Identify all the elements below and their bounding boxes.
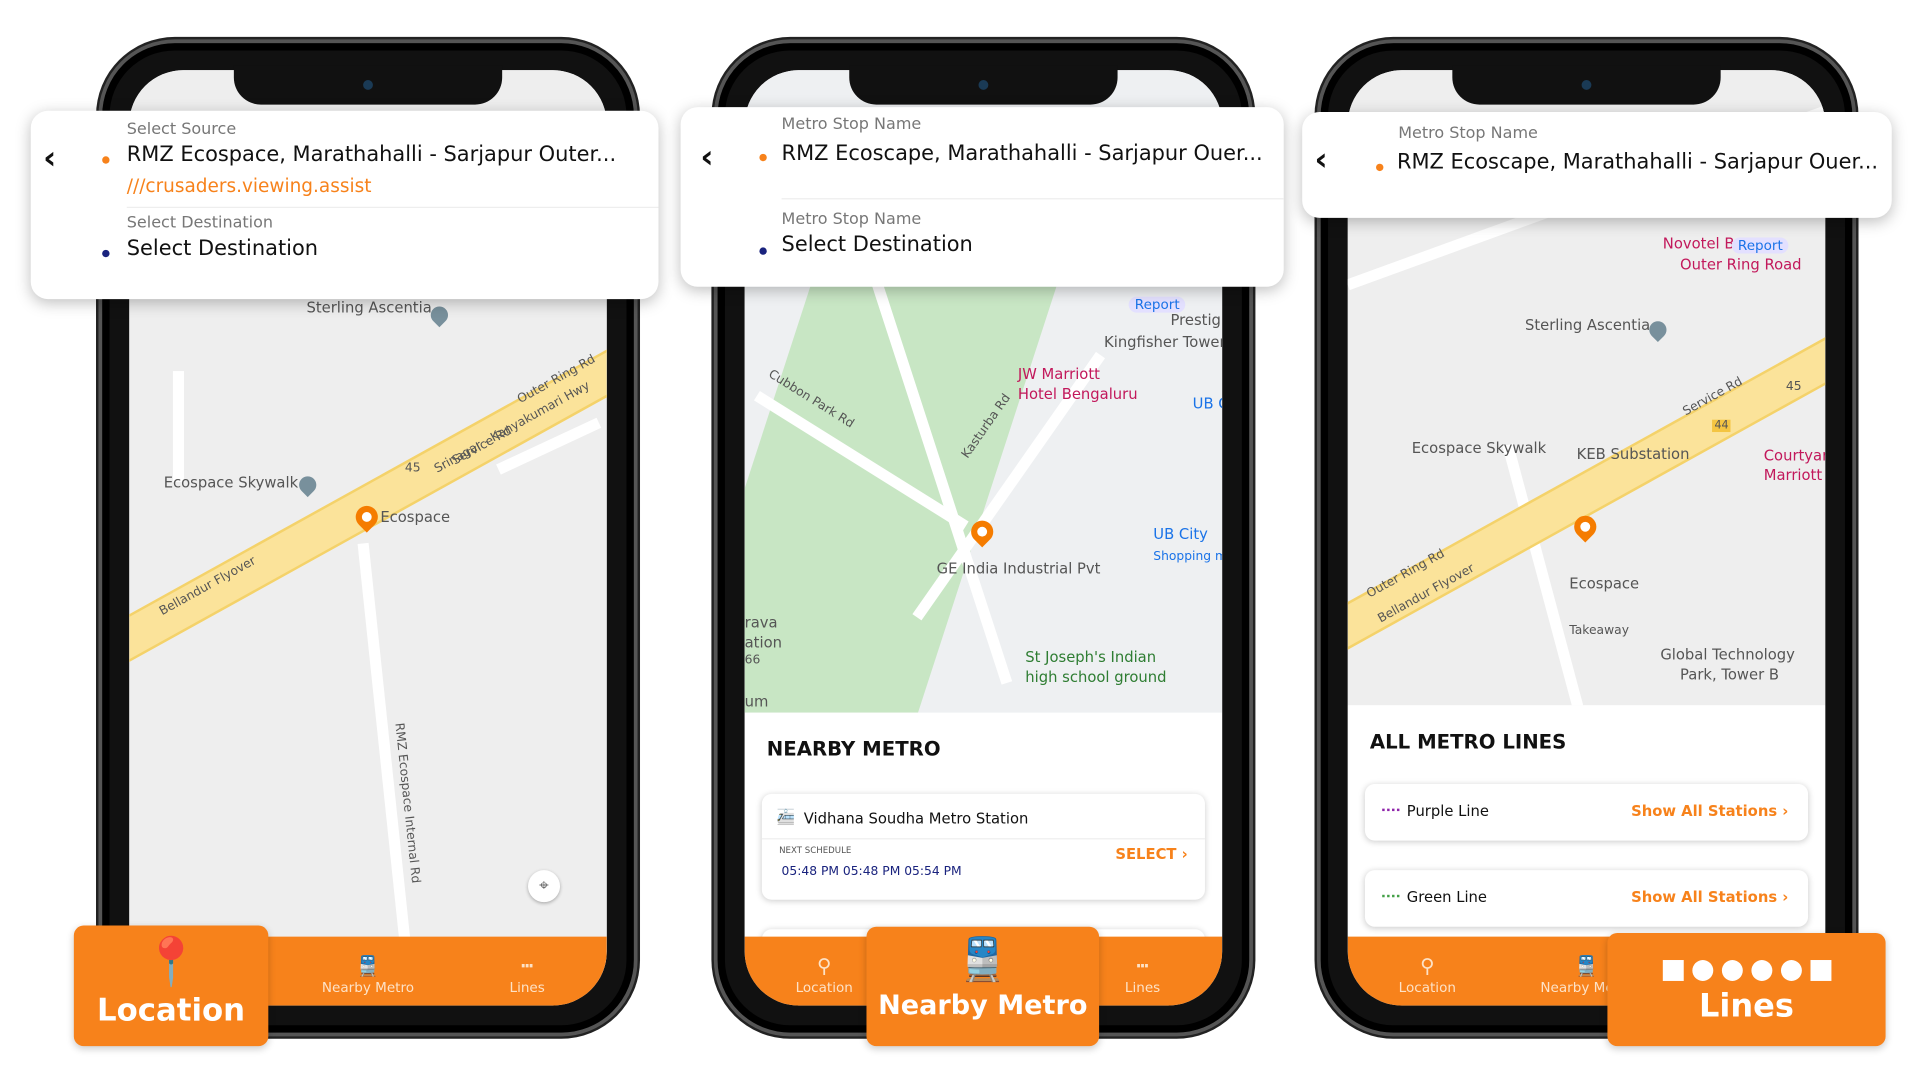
map-label: Outer Ring Road	[1680, 256, 1802, 274]
location-pin-icon: ⚲	[1420, 953, 1435, 978]
map-label: 66	[744, 653, 761, 668]
location-pin-icon: 📍	[141, 934, 201, 989]
route-search-card: ‹ Select Source RMZ Ecospace, Marathahal…	[30, 110, 659, 300]
map-label: ation	[744, 633, 782, 652]
line-name: Green Line	[1406, 888, 1488, 906]
line-color-icon	[1382, 808, 1400, 812]
destination-field[interactable]: Select Destination	[127, 236, 318, 261]
back-arrow-icon[interactable]: ‹	[43, 140, 56, 177]
source-field[interactable]: RMZ Ecospace, Marathahalli - Sarjapur Ou…	[127, 143, 616, 168]
callout-label: Location	[97, 992, 246, 1028]
line-item-green[interactable]: Green Line Show All Stations ›	[1364, 870, 1809, 927]
map-label: UB City	[1153, 525, 1208, 543]
show-all-stations-link[interactable]: Show All Stations ›	[1631, 889, 1788, 906]
callout-label: Lines	[1699, 988, 1794, 1026]
nav-lines[interactable]: ┅Lines	[1081, 954, 1204, 996]
source-field[interactable]: RMZ Ecoscape, Marathahalli - Sarjapur Ou…	[782, 142, 1263, 167]
map-label: Sterling Ascentia	[306, 299, 432, 317]
train-icon: 🚆	[355, 953, 381, 978]
map-label: Takeaway	[1569, 624, 1630, 638]
source-label: Metro Stop Name	[1398, 124, 1538, 143]
source-label: Select Source	[126, 120, 237, 140]
report-button[interactable]: Report	[1731, 237, 1789, 254]
map-label: Global Technology	[1660, 646, 1795, 664]
nearby-metro-sheet: NEARBY METRO 🚈 Vidhana Soudha Metro Stat…	[744, 712, 1223, 979]
source-dot	[1376, 163, 1384, 172]
destination-field[interactable]: Select Destination	[782, 233, 973, 258]
sheet-title: NEARBY METRO	[766, 737, 941, 761]
map-label: um	[744, 692, 769, 711]
location-callout: 📍 Location	[73, 925, 269, 1047]
map-label: Ecospace Skywalk	[1411, 439, 1547, 457]
lines-icon: ┅	[521, 953, 534, 978]
destination-label: Metro Stop Name	[781, 210, 922, 229]
metro-stop-card: ‹ Metro Stop Name RMZ Ecoscape, Marathah…	[680, 107, 1284, 287]
source-dot	[102, 156, 110, 164]
map-label: UB C	[1192, 395, 1223, 413]
map-label: Ecospace	[380, 508, 451, 526]
metro-lines-sheet: ALL METRO LINES Purple Line Show All Sta…	[1347, 705, 1826, 937]
report-button[interactable]: Report	[1128, 296, 1186, 313]
what3words-address[interactable]: ///crusaders.viewing.assist	[127, 175, 372, 197]
map-label: Ecospace	[1569, 574, 1640, 593]
map-label: Shopping m	[1153, 550, 1223, 564]
source-field[interactable]: RMZ Ecoscape, Marathahalli - Sarjapur Ou…	[1397, 150, 1878, 175]
station-card[interactable]: 🚈 Vidhana Soudha Metro Station NEXT SCHE…	[761, 793, 1205, 900]
source-label: Metro Stop Name	[781, 115, 922, 135]
schedule-label: NEXT SCHEDULE	[779, 845, 852, 856]
schedule-times: 05:48 PM 05:48 PM 05:54 PM	[781, 865, 962, 879]
lines-callout: Lines	[1607, 932, 1886, 1047]
map-label: St Joseph's Indian	[1025, 648, 1157, 666]
map-label: Ecospace Skywalk	[163, 473, 299, 492]
destination-dot	[759, 247, 767, 255]
select-button[interactable]: SELECT ›	[1115, 846, 1187, 863]
map-label: Courtyar	[1763, 446, 1826, 465]
map-label: Marriott	[1763, 466, 1823, 484]
nav-location[interactable]: ⚲Location	[1366, 954, 1489, 996]
callout-label: Nearby Metro	[878, 990, 1088, 1022]
map-label: high school ground	[1025, 668, 1167, 686]
map-label: Hotel Bengaluru	[1017, 385, 1138, 403]
map-label: GE India Industrial Pvt	[936, 560, 1101, 578]
my-location-button[interactable]: ⌖	[528, 870, 561, 903]
map-label: 44	[1712, 419, 1732, 433]
line-item-purple[interactable]: Purple Line Show All Stations ›	[1364, 784, 1809, 841]
lines-icon	[1607, 960, 1885, 981]
station-name: Vidhana Soudha Metro Station	[803, 809, 1029, 828]
back-arrow-icon[interactable]: ‹	[700, 139, 713, 176]
back-arrow-icon[interactable]: ‹	[1314, 142, 1327, 179]
source-dot	[759, 153, 767, 162]
map-label: 45	[404, 461, 421, 476]
map-label: Kingfisher Tower	[1104, 333, 1223, 351]
map-label: Sterling Ascentia	[1524, 316, 1651, 334]
lines-icon: ┅	[1136, 953, 1149, 978]
line-color-icon	[1382, 894, 1400, 898]
nav-lines[interactable]: ┅Lines	[466, 954, 589, 996]
map-label: Park, Tower B	[1680, 665, 1779, 684]
notch	[233, 65, 503, 105]
map-label: rava	[744, 614, 778, 632]
destination-dot	[102, 249, 110, 258]
sheet-title: ALL METRO LINES	[1369, 729, 1567, 754]
map-label: JW Marriott	[1017, 365, 1100, 383]
metro-train-icon: 🚈	[776, 808, 796, 826]
line-name: Purple Line	[1406, 802, 1489, 820]
map-label: KEB Substation	[1576, 445, 1690, 463]
nearby-metro-callout: 🚆 Nearby Metro	[866, 926, 1100, 1047]
nav-nearby-metro[interactable]: 🚆Nearby Metro	[306, 954, 429, 996]
map-label: Prestig	[1170, 311, 1221, 329]
map-label: Novotel B	[1662, 235, 1735, 253]
destination-label: Select Destination	[126, 214, 274, 233]
map-label: 45	[1785, 380, 1802, 394]
show-all-stations-link[interactable]: Show All Stations ›	[1631, 802, 1788, 819]
train-icon: 🚆	[956, 935, 1009, 985]
metro-stop-card: ‹ Metro Stop Name RMZ Ecoscape, Marathah…	[1302, 112, 1892, 218]
